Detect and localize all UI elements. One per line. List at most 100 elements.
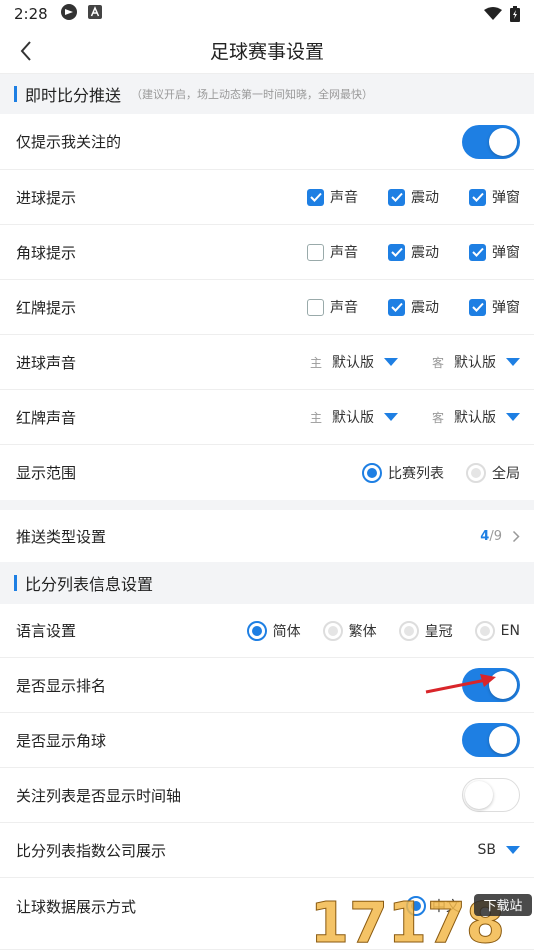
watermark-logo: 17178 下载站 xyxy=(310,891,532,950)
check-icon xyxy=(309,192,322,202)
row-push-type[interactable]: 推送类型设置 4/9 xyxy=(0,510,534,562)
radio-label: 繁体 xyxy=(348,623,377,640)
row-label: 显示范围 xyxy=(16,464,77,482)
goal-popup-checkbox[interactable]: 弹窗 xyxy=(469,187,520,207)
radio-unselected[interactable] xyxy=(322,620,343,641)
red-sound-away-select[interactable]: 客 默认版 xyxy=(432,407,520,427)
radio-label: EN xyxy=(500,622,520,639)
checkbox-label: 弹窗 xyxy=(492,300,520,316)
checkbox-checked[interactable] xyxy=(469,188,486,206)
checkbox-unchecked[interactable] xyxy=(307,298,324,316)
goal-sound-away-select[interactable]: 客 默认版 xyxy=(432,352,520,372)
wifi-icon xyxy=(484,7,502,25)
check-icon xyxy=(471,247,484,257)
nav-bar: 足球赛事设置 xyxy=(0,28,534,74)
select-value: SB xyxy=(477,842,497,858)
push-type-count: 4/9 xyxy=(480,529,502,544)
radio-selected[interactable] xyxy=(362,462,382,483)
red-vibrate-checkbox[interactable]: 震动 xyxy=(388,297,439,317)
checkbox-checked[interactable] xyxy=(469,298,486,316)
checkbox-checked[interactable] xyxy=(388,298,405,316)
row-label: 仅提示我关注的 xyxy=(16,133,122,151)
lang-simplified-radio[interactable]: 简体 xyxy=(246,620,301,641)
section-accent-bar xyxy=(14,575,17,591)
checkbox-checked[interactable] xyxy=(388,188,405,206)
row-corner-alert: 角球提示 声音 震动 弹窗 xyxy=(0,225,534,280)
radio-unselected[interactable] xyxy=(474,620,495,641)
red-sound-checkbox[interactable]: 声音 xyxy=(307,297,358,317)
row-label: 关注列表是否显示时间轴 xyxy=(16,786,182,805)
range-global-radio[interactable]: 全局 xyxy=(466,462,520,483)
annotation-arrow-icon xyxy=(425,674,496,694)
battery-icon xyxy=(510,6,520,26)
row-only-follow: 仅提示我关注的 xyxy=(0,114,534,170)
checkbox-checked[interactable] xyxy=(388,243,405,261)
row-label: 比分列表指数公司展示 xyxy=(16,841,167,860)
check-icon xyxy=(390,192,403,202)
select-value: 默认版 xyxy=(454,410,496,426)
checkbox-checked[interactable] xyxy=(469,243,486,261)
goal-vibrate-checkbox[interactable]: 震动 xyxy=(388,187,439,207)
section-title: 比分列表信息设置 xyxy=(25,575,154,594)
row-label: 是否显示排名 xyxy=(16,676,107,695)
row-index-company: 比分列表指数公司展示 SB xyxy=(0,823,534,878)
row-show-corner: 是否显示角球 xyxy=(0,713,534,768)
radio-selected[interactable] xyxy=(246,620,267,641)
status-time: 2:28 xyxy=(14,5,48,23)
status-indicators xyxy=(484,6,520,26)
caret-down-icon xyxy=(383,413,398,421)
checkbox-label: 声音 xyxy=(330,190,358,206)
range-match-list-radio[interactable]: 比赛列表 xyxy=(362,462,444,483)
toggle-knob xyxy=(489,127,517,156)
row-label: 语言设置 xyxy=(16,622,77,640)
radio-unselected[interactable] xyxy=(398,620,419,641)
red-popup-checkbox[interactable]: 弹窗 xyxy=(469,297,520,317)
row-label: 推送类型设置 xyxy=(16,527,107,546)
away-prefix: 客 xyxy=(431,410,444,425)
a-notification-icon xyxy=(87,5,102,23)
section-hint: （建议开启，场上动态第一时间知晓，全网最快） xyxy=(131,88,374,101)
section-accent-bar xyxy=(14,86,17,102)
corner-sound-checkbox[interactable]: 声音 xyxy=(307,242,358,262)
chevron-left-icon xyxy=(20,41,31,61)
checkbox-label: 弹窗 xyxy=(492,190,520,206)
checkbox-unchecked[interactable] xyxy=(307,243,324,261)
index-company-select[interactable]: SB xyxy=(477,842,520,858)
corner-vibrate-checkbox[interactable]: 震动 xyxy=(388,242,439,262)
check-icon xyxy=(390,247,403,257)
home-prefix: 主 xyxy=(309,355,322,370)
radio-unselected[interactable] xyxy=(466,462,486,483)
follow-timeline-toggle[interactable] xyxy=(462,778,520,812)
row-follow-timeline: 关注列表是否显示时间轴 xyxy=(0,768,534,823)
radio-label: 皇冠 xyxy=(424,623,453,640)
goal-sound-checkbox[interactable]: 声音 xyxy=(307,187,358,207)
row-label: 进球声音 xyxy=(16,353,77,372)
row-goal-sound: 进球声音 主 默认版 客 默认版 xyxy=(0,335,534,390)
caret-down-icon xyxy=(506,358,520,366)
corner-popup-checkbox[interactable]: 弹窗 xyxy=(469,242,520,262)
checkbox-label: 震动 xyxy=(411,245,439,261)
section-header-list: 比分列表信息设置 xyxy=(0,562,534,604)
caret-down-icon xyxy=(506,846,520,854)
section-title: 即时比分推送 xyxy=(25,86,122,105)
show-corner-toggle[interactable] xyxy=(462,723,520,757)
page-title: 足球赛事设置 xyxy=(209,41,324,63)
checkbox-checked[interactable] xyxy=(307,188,324,206)
caret-down-icon xyxy=(383,358,398,366)
back-button[interactable] xyxy=(12,36,40,66)
section-header-push: 即时比分推送 （建议开启，场上动态第一时间知晓，全网最快） xyxy=(0,74,534,114)
check-icon xyxy=(390,302,403,312)
toggle-knob xyxy=(465,781,493,809)
select-value: 默认版 xyxy=(454,355,496,371)
caret-down-icon xyxy=(506,413,520,421)
lang-en-radio[interactable]: EN xyxy=(474,620,520,641)
lang-crown-radio[interactable]: 皇冠 xyxy=(398,620,453,641)
row-label: 红牌声音 xyxy=(16,408,77,427)
lang-traditional-radio[interactable]: 繁体 xyxy=(322,620,377,641)
only-follow-toggle[interactable] xyxy=(462,124,520,159)
select-value: 默认版 xyxy=(331,355,374,371)
home-prefix: 主 xyxy=(309,410,322,425)
away-prefix: 客 xyxy=(431,355,444,370)
goal-sound-home-select[interactable]: 主 默认版 xyxy=(310,352,398,372)
red-sound-home-select[interactable]: 主 默认版 xyxy=(310,407,398,427)
